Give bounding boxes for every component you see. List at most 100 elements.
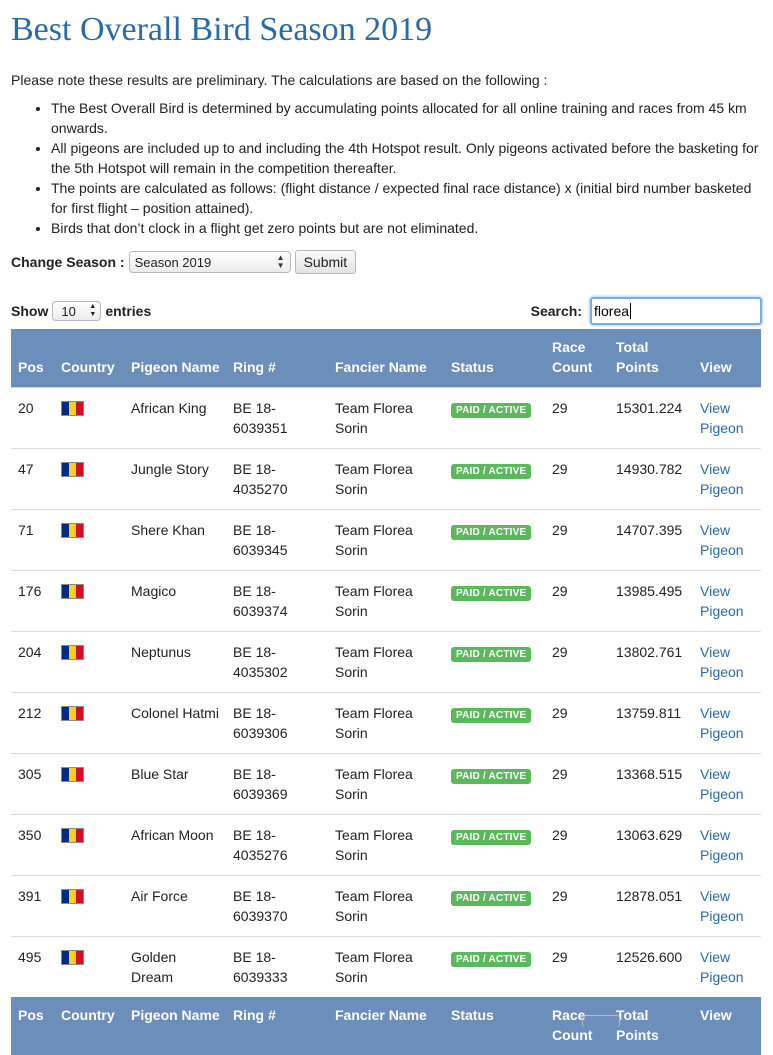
status-badge: PAID / ACTIVE [451, 525, 532, 540]
column-header-race-count[interactable]: Race Count [545, 329, 609, 388]
cell-pigeon-name: Jungle Story [124, 448, 226, 510]
cell-pos: 305 [11, 753, 54, 815]
column-footer-pos[interactable]: Pos [11, 997, 54, 1055]
view-pigeon-link[interactable]: View Pigeon [700, 644, 744, 680]
cell-total-points: 12878.051 [609, 875, 693, 937]
view-pigeon-link[interactable]: View Pigeon [700, 949, 744, 985]
results-table: Pos Country Pigeon Name Ring # Fancier Name S… [11, 329, 761, 1055]
cell-ring: BE 18-4035302 [226, 631, 328, 693]
romania-flag-icon [61, 584, 84, 599]
table-row: 204 Neptunus BE 18-4035302 Team Florea Sori… [11, 631, 761, 693]
view-pigeon-link[interactable]: View Pigeon [700, 766, 744, 802]
romania-flag-icon [61, 523, 84, 538]
column-header-ring[interactable]: Ring # [226, 329, 328, 388]
submit-button[interactable]: Submit [294, 250, 357, 274]
romania-flag-icon [61, 950, 84, 965]
romania-flag-icon [61, 462, 84, 477]
note-item: All pigeons are included up to and inclu… [51, 138, 762, 178]
column-header-pos[interactable]: Pos [11, 329, 54, 388]
column-header-view[interactable]: View [693, 329, 761, 388]
romania-flag-icon [61, 401, 84, 416]
cell-status: PAID / ACTIVE [444, 570, 545, 632]
cell-ring: BE 18-6039370 [226, 875, 328, 937]
column-header-country[interactable]: Country [54, 329, 124, 388]
season-select[interactable]: Season 2019 ▲ ▼ [128, 251, 291, 273]
updown-arrows-icon: ▲ ▼ [89, 303, 97, 318]
cell-fancier-name: Team Florea Sorin [328, 570, 444, 632]
search-input-value: florea [594, 303, 630, 319]
cell-ring: BE 18-6039351 [226, 387, 328, 449]
cell-fancier-name: Team Florea Sorin [328, 814, 444, 876]
column-footer-ring[interactable]: Ring # [226, 997, 328, 1055]
cell-pos: 20 [11, 387, 54, 449]
column-footer-country[interactable]: Country [54, 997, 124, 1055]
romania-flag-icon [61, 645, 84, 660]
search-input[interactable]: florea [590, 297, 762, 325]
cell-pigeon-name: Blue Star [124, 753, 226, 815]
view-pigeon-link[interactable]: View Pigeon [700, 522, 744, 558]
cell-pigeon-name: African Moon [124, 814, 226, 876]
cell-pigeon-name: African King [124, 387, 226, 449]
cell-ring: BE 18-6039306 [226, 692, 328, 754]
cell-view: View Pigeon [693, 387, 761, 449]
table-row: 305 Blue Star BE 18-6039369 Team Florea Sor… [11, 753, 761, 815]
note-item: The points are calculated as follows: (f… [51, 178, 762, 218]
column-header-fancier-name[interactable]: Fancier Name [328, 329, 444, 388]
cell-pigeon-name: Neptunus [124, 631, 226, 693]
status-badge: PAID / ACTIVE [451, 586, 532, 601]
cell-total-points: 13063.629 [609, 814, 693, 876]
cell-view: View Pigeon [693, 753, 761, 815]
table-row: 71 Shere Khan BE 18-6039345 Team Florea Sor… [11, 509, 761, 571]
cell-pos: 391 [11, 875, 54, 937]
cell-status: PAID / ACTIVE [444, 387, 545, 449]
cell-fancier-name: Team Florea Sorin [328, 875, 444, 937]
pagination-button[interactable] [582, 1015, 620, 1027]
cell-race-count: 29 [545, 753, 609, 815]
show-label: Show [11, 303, 49, 319]
column-footer-view[interactable]: View [693, 997, 761, 1055]
column-header-total-points[interactable]: Total Points [609, 329, 693, 388]
cell-fancier-name: Team Florea Sorin [328, 936, 444, 997]
cell-race-count: 29 [545, 509, 609, 571]
romania-flag-icon [61, 828, 84, 843]
column-header-pigeon-name[interactable]: Pigeon Name [124, 329, 226, 388]
cell-pigeon-name: Shere Khan [124, 509, 226, 571]
cell-total-points: 14707.395 [609, 509, 693, 571]
column-footer-status[interactable]: Status [444, 997, 545, 1055]
cell-total-points: 14930.782 [609, 448, 693, 510]
table-row: 212 Colonel Hatmi BE 18-6039306 Team Florea… [11, 692, 761, 754]
view-pigeon-link[interactable]: View Pigeon [700, 583, 744, 619]
cell-pigeon-name: Magico [124, 570, 226, 632]
column-footer-pigeon-name[interactable]: Pigeon Name [124, 997, 226, 1055]
cell-view: View Pigeon [693, 448, 761, 510]
cell-total-points: 13759.811 [609, 692, 693, 754]
page-title: Best Overall Bird Season 2019 [11, 11, 433, 48]
note-item: The Best Overall Bird is determined by a… [51, 98, 762, 138]
cell-total-points: 12526.600 [609, 936, 693, 997]
entries-select[interactable]: 10 ▲ ▼ [52, 301, 102, 321]
column-footer-fancier-name[interactable]: Fancier Name [328, 997, 444, 1055]
column-footer-total-points[interactable]: Total Points [609, 997, 693, 1055]
cell-status: PAID / ACTIVE [444, 936, 545, 997]
table-row: 391 Air Force BE 18-6039370 Team Florea Sor… [11, 875, 761, 937]
entries-label: entries [105, 303, 152, 319]
cell-fancier-name: Team Florea Sorin [328, 631, 444, 693]
cell-status: PAID / ACTIVE [444, 814, 545, 876]
cell-pigeon-name: Air Force [124, 875, 226, 937]
view-pigeon-link[interactable]: View Pigeon [700, 827, 744, 863]
column-header-status[interactable]: Status [444, 329, 545, 388]
view-pigeon-link[interactable]: View Pigeon [700, 461, 744, 497]
cell-status: PAID / ACTIVE [444, 631, 545, 693]
view-pigeon-link[interactable]: View Pigeon [700, 705, 744, 741]
cell-race-count: 29 [545, 387, 609, 449]
view-pigeon-link[interactable]: View Pigeon [700, 888, 744, 924]
status-badge: PAID / ACTIVE [451, 830, 532, 845]
cell-status: PAID / ACTIVE [444, 448, 545, 510]
cell-country [54, 448, 124, 510]
table-row: 20 African King BE 18-6039351 Team Florea S… [11, 387, 761, 449]
cell-pos: 212 [11, 692, 54, 754]
search-label: Search: [530, 303, 582, 319]
cell-pos: 350 [11, 814, 54, 876]
view-pigeon-link[interactable]: View Pigeon [700, 400, 744, 436]
search-box: Search: florea [531, 297, 762, 325]
